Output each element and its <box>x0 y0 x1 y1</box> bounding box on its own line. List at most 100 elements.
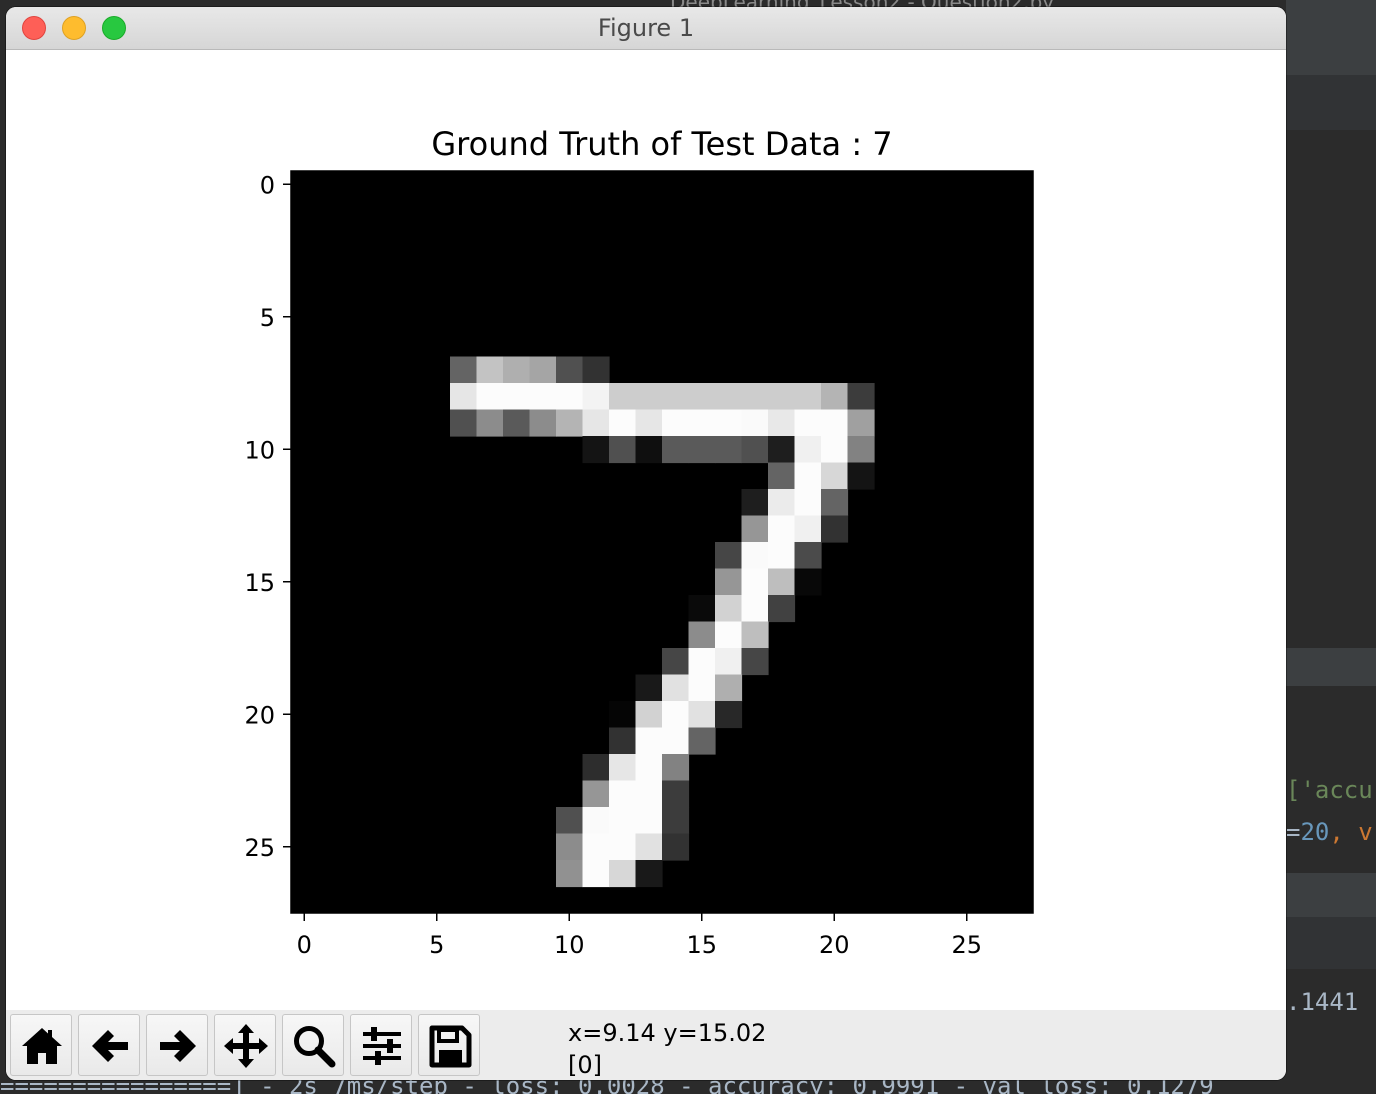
arrow-right-icon <box>160 1030 196 1062</box>
image-pixel <box>662 409 690 437</box>
image-pixel <box>635 674 663 702</box>
image-pixel <box>609 701 637 729</box>
pan-button[interactable] <box>214 1014 276 1076</box>
image-pixel <box>741 621 769 649</box>
image-pixel <box>662 754 690 782</box>
image-pixel <box>688 595 716 623</box>
y-axis: 0 5 10 15 20 25 <box>244 171 291 862</box>
image-pixel <box>768 409 796 437</box>
ide-code-line: ['accu <box>1286 776 1373 804</box>
ide-log-line: ================] - 2s 7ms/step - loss: … <box>0 1078 1214 1094</box>
x-tick-label: 25 <box>951 931 982 959</box>
image-pixel <box>715 595 743 623</box>
image-pixel <box>635 833 663 861</box>
ide-panel-band <box>1286 75 1376 130</box>
image-pixel <box>847 409 875 437</box>
x-tick-label: 10 <box>554 931 585 959</box>
image-pixel <box>768 383 796 411</box>
chart-title: Ground Truth of Test Data : 7 <box>431 125 892 163</box>
image-pixel <box>503 383 531 411</box>
image-pixel <box>476 409 504 437</box>
home-button[interactable] <box>10 1014 72 1076</box>
image-pixel <box>609 436 637 464</box>
image-pixel <box>688 727 716 755</box>
image-pixel <box>556 409 584 437</box>
configure-subplots-button[interactable] <box>350 1014 412 1076</box>
y-tick-label: 10 <box>244 436 275 464</box>
image-pixel <box>556 356 584 384</box>
image-pixel <box>556 807 584 835</box>
y-tick-label: 25 <box>244 834 275 862</box>
image-pixel <box>662 727 690 755</box>
image-pixel <box>741 515 769 543</box>
image-pixel <box>794 489 822 517</box>
image-pixel <box>529 383 557 411</box>
image-pixel <box>635 807 663 835</box>
y-tick-label: 0 <box>260 171 275 199</box>
ide-panel-band <box>1286 648 1376 686</box>
image-pixel <box>715 674 743 702</box>
image-pixel <box>794 542 822 570</box>
image-pixel <box>503 356 531 384</box>
zoom-button[interactable] <box>282 1014 344 1076</box>
image-pixel <box>662 701 690 729</box>
window-titlebar[interactable]: Figure 1 <box>6 7 1286 50</box>
x-tick-label: 15 <box>686 931 717 959</box>
image-pixel <box>847 462 875 490</box>
image-pixel <box>768 542 796 570</box>
image-pixel <box>582 780 610 808</box>
image-pixel <box>715 568 743 596</box>
ide-panel-band <box>1286 917 1376 969</box>
image-pixel <box>662 648 690 676</box>
image-pixel <box>715 436 743 464</box>
image-pixel <box>529 409 557 437</box>
image-pixel <box>715 648 743 676</box>
image-pixel <box>582 356 610 384</box>
image-pixel <box>741 383 769 411</box>
image-pixels <box>291 171 1033 913</box>
image-pixel <box>741 568 769 596</box>
image-pixel <box>821 489 849 517</box>
image-pixel <box>635 409 663 437</box>
image-pixel <box>688 383 716 411</box>
image-pixel <box>688 674 716 702</box>
image-pixel <box>635 727 663 755</box>
image-pixel <box>582 807 610 835</box>
image-pixel <box>662 807 690 835</box>
y-tick-label: 20 <box>244 701 275 729</box>
image-pixel <box>450 383 478 411</box>
arrow-left-icon <box>92 1030 128 1062</box>
image-pixel <box>609 727 637 755</box>
image-pixel <box>609 780 637 808</box>
image-pixel <box>794 383 822 411</box>
image-plot[interactable]: Ground Truth of Test Data : 7 0 5 10 15 20 25… <box>6 50 1286 1010</box>
back-button[interactable] <box>78 1014 140 1076</box>
image-pixel <box>768 515 796 543</box>
image-pixel <box>741 648 769 676</box>
image-pixel <box>768 595 796 623</box>
image-pixel <box>715 383 743 411</box>
figure-canvas[interactable]: Ground Truth of Test Data : 7 0 5 10 15 20 25… <box>6 50 1286 1010</box>
figure-window: Figure 1 Ground Truth of Test Data : 7 0… <box>6 7 1286 1080</box>
image-pixel <box>741 542 769 570</box>
image-pixel <box>582 383 610 411</box>
x-tick-label: 0 <box>297 931 312 959</box>
forward-button[interactable] <box>146 1014 208 1076</box>
save-button[interactable] <box>418 1014 480 1076</box>
image-pixel <box>582 833 610 861</box>
image-pixel <box>662 383 690 411</box>
window-title: Figure 1 <box>597 14 695 42</box>
image-pixel <box>476 383 504 411</box>
y-tick-label: 5 <box>260 304 275 332</box>
image-pixel <box>821 409 849 437</box>
magnifier-icon <box>294 1026 336 1068</box>
image-pixel <box>582 409 610 437</box>
home-icon <box>22 1028 62 1064</box>
image-pixel <box>609 860 637 888</box>
image-pixel <box>635 860 663 888</box>
image-pixel <box>794 568 822 596</box>
image-pixel <box>741 595 769 623</box>
image-pixel <box>503 409 531 437</box>
image-pixel <box>635 780 663 808</box>
image-pixel <box>768 568 796 596</box>
